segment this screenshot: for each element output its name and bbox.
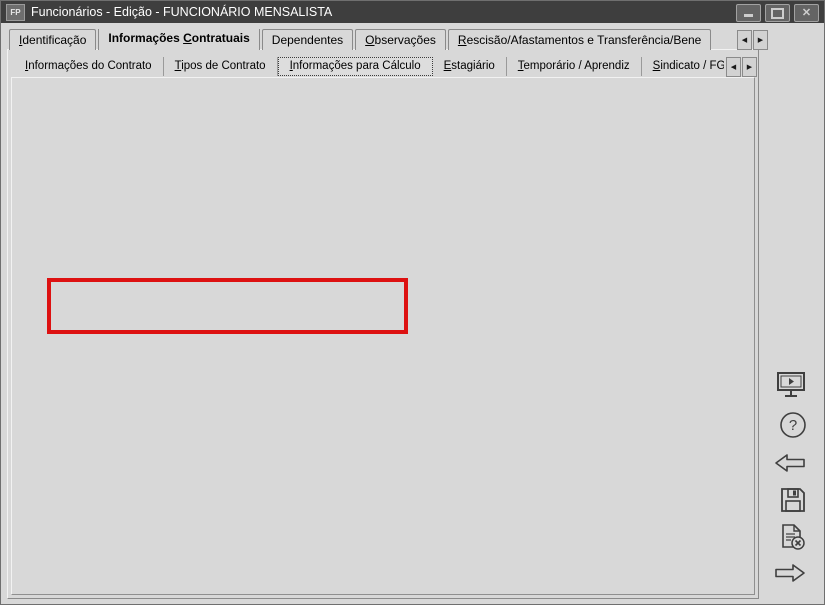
arrow-right-icon xyxy=(774,561,806,585)
minimize-icon xyxy=(744,14,753,17)
previous-button[interactable] xyxy=(773,447,807,479)
sub-tab-page xyxy=(11,77,755,595)
minimize-button[interactable] xyxy=(736,4,761,22)
tab-tipos-de-contrato[interactable]: Tipos de Contrato xyxy=(164,57,278,76)
save-button[interactable] xyxy=(776,484,810,516)
arrow-left-icon xyxy=(774,451,806,475)
tab-rescisao[interactable]: Rescisão/Afastamentos e Transferência/Be… xyxy=(448,29,711,50)
tab-identificacao[interactable]: Identificação xyxy=(9,29,96,50)
tab-scroll-left-icon[interactable]: ◀ xyxy=(737,30,752,50)
help-button[interactable]: ? xyxy=(776,409,810,441)
tab-informacoes-do-contrato[interactable]: Informações do Contrato xyxy=(14,57,164,76)
subtab-scroll-right-icon[interactable]: ▶ xyxy=(742,57,757,77)
preview-button[interactable] xyxy=(774,369,808,401)
tab-temporario-aprendiz[interactable]: Temporário / Aprendiz xyxy=(507,57,642,76)
tab-dependentes[interactable]: Dependentes xyxy=(262,29,353,50)
sub-tab-bar: Informações do Contrato Tipos de Contrat… xyxy=(14,56,724,77)
tab-scroll-right-icon[interactable]: ▶ xyxy=(753,30,768,50)
save-icon xyxy=(779,486,807,514)
subtab-scroll-left-icon[interactable]: ◀ xyxy=(726,57,741,77)
titlebar: FP Funcionários - Edição - FUNCIONÁRIO M… xyxy=(1,1,824,23)
window-title: Funcionários - Edição - FUNCIONÁRIO MENS… xyxy=(31,5,332,19)
window-controls: ✕ xyxy=(736,4,819,22)
svg-text:?: ? xyxy=(789,417,797,434)
tab-informacoes-contratuais[interactable]: Informações Contratuais xyxy=(98,29,259,50)
document-delete-icon xyxy=(779,523,807,551)
tab-observacoes[interactable]: Observações xyxy=(355,29,446,50)
monitor-play-icon xyxy=(776,371,806,399)
close-button[interactable]: ✕ xyxy=(794,4,819,22)
funcionarios-edit-window: FP Funcionários - Edição - FUNCIONÁRIO M… xyxy=(0,0,825,605)
tab-informacoes-para-calculo[interactable]: Informações para Cálculo xyxy=(278,57,433,76)
main-tab-scroller: ◀ ▶ xyxy=(736,30,768,50)
close-icon: ✕ xyxy=(802,8,811,19)
tab-estagiario[interactable]: Estagiário xyxy=(433,57,507,76)
next-button[interactable] xyxy=(773,557,807,589)
maximize-button[interactable] xyxy=(765,4,790,22)
sub-tab-scroller: ◀ ▶ xyxy=(725,57,757,77)
delete-record-button[interactable] xyxy=(776,521,810,553)
maximize-icon xyxy=(771,8,784,19)
tab-sindicato-fgts[interactable]: Sindicato / FGTS xyxy=(642,57,724,76)
app-icon: FP xyxy=(6,4,25,21)
help-icon: ? xyxy=(779,411,807,439)
main-tab-bar: Identificação Informações Contratuais De… xyxy=(9,29,736,50)
